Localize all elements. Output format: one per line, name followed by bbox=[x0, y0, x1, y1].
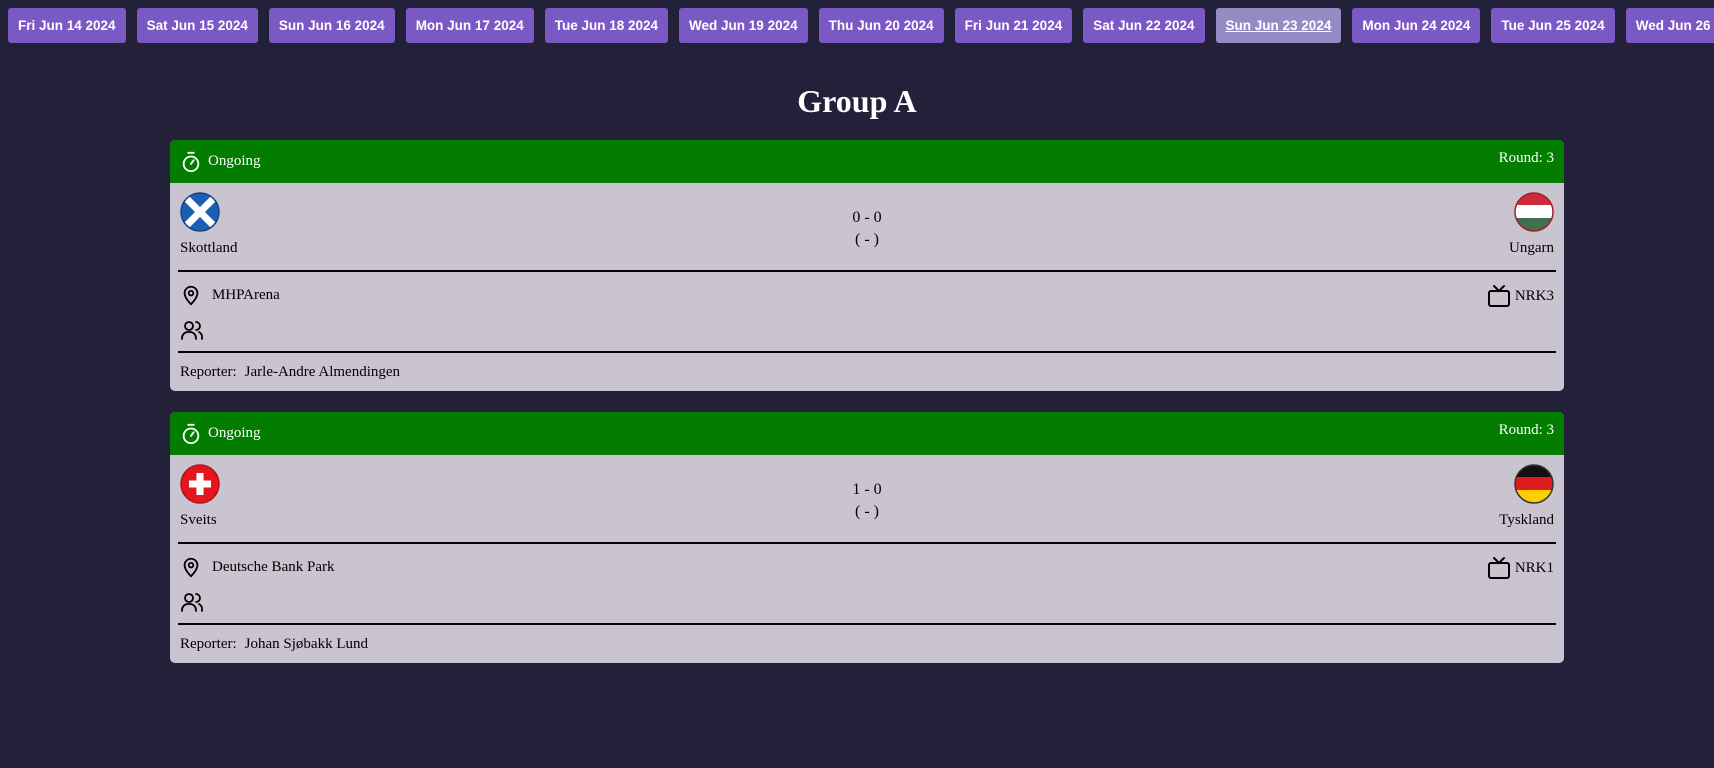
tv-icon bbox=[1487, 556, 1511, 580]
match-card: Ongoing Round: 3 Sveits 1 - 0 ( - ) Tysk… bbox=[170, 412, 1564, 663]
reporter-label: Reporter: bbox=[180, 363, 237, 380]
teams-row: Sveits 1 - 0 ( - ) Tyskland bbox=[170, 455, 1564, 542]
date-button-jun-25[interactable]: Tue Jun 25 2024 bbox=[1491, 8, 1615, 43]
status-label: Ongoing bbox=[208, 153, 261, 169]
date-button-jun-24[interactable]: Mon Jun 24 2024 bbox=[1352, 8, 1481, 43]
date-button-jun-21[interactable]: Fri Jun 21 2024 bbox=[954, 8, 1073, 43]
reporter-name: Johan Sjøbakk Lund bbox=[244, 635, 368, 652]
match-header: Ongoing Round: 3 bbox=[170, 412, 1564, 455]
date-button-jun-26[interactable]: Wed Jun 26 2024 bbox=[1625, 8, 1714, 43]
date-button-jun-14[interactable]: Fri Jun 14 2024 bbox=[8, 8, 126, 43]
germany-flag-icon bbox=[1514, 464, 1554, 512]
location-pin-icon bbox=[180, 556, 202, 578]
date-selector-bar: Fri Jun 14 2024 Sat Jun 15 2024 Sun Jun … bbox=[8, 8, 1714, 43]
tv-channel: NRK1 bbox=[1487, 556, 1554, 580]
date-button-jun-22[interactable]: Sat Jun 22 2024 bbox=[1083, 8, 1205, 43]
date-button-jun-17[interactable]: Mon Jun 17 2024 bbox=[405, 8, 534, 43]
venue: Deutsche Bank Park bbox=[180, 556, 334, 578]
round-label: Round: 3 bbox=[1498, 422, 1554, 438]
group-title: Group A bbox=[797, 83, 917, 119]
score-value: 1 - 0 bbox=[852, 481, 882, 498]
tv-icon bbox=[1487, 284, 1511, 308]
match-header: Ongoing Round: 3 bbox=[170, 140, 1564, 183]
stopwatch-icon bbox=[180, 423, 202, 445]
channel-name: NRK1 bbox=[1514, 559, 1554, 576]
users-icon bbox=[180, 318, 204, 342]
stopwatch-icon bbox=[180, 151, 202, 173]
attendance bbox=[180, 590, 204, 614]
score: 0 - 0 ( - ) bbox=[170, 207, 1564, 251]
date-button-jun-20[interactable]: Thu Jun 20 2024 bbox=[818, 8, 944, 43]
away-team: Tyskland bbox=[1499, 464, 1554, 529]
match-info: MHPArena NRK3 bbox=[170, 272, 1564, 351]
match-status: Ongoing bbox=[180, 412, 261, 455]
score-sub: ( - ) bbox=[855, 503, 879, 520]
channel-name: NRK3 bbox=[1514, 287, 1554, 304]
venue-name: MHPArena bbox=[212, 286, 280, 303]
score-sub: ( - ) bbox=[855, 231, 879, 248]
away-team: Ungarn bbox=[1509, 192, 1554, 257]
match-info: Deutsche Bank Park NRK1 bbox=[170, 544, 1564, 623]
date-button-jun-23[interactable]: Sun Jun 23 2024 bbox=[1215, 8, 1342, 43]
date-button-jun-16[interactable]: Sun Jun 16 2024 bbox=[268, 8, 395, 43]
teams-row: Skottland 0 - 0 ( - ) Ungarn bbox=[170, 183, 1564, 270]
round-label: Round: 3 bbox=[1498, 150, 1554, 166]
reporter-label: Reporter: bbox=[180, 635, 237, 652]
users-icon bbox=[180, 590, 204, 614]
location-pin-icon bbox=[180, 284, 202, 306]
score-value: 0 - 0 bbox=[852, 209, 882, 226]
reporter-row: Reporter: Jarle-Andre Almendingen bbox=[170, 353, 1564, 391]
date-button-jun-15[interactable]: Sat Jun 15 2024 bbox=[136, 8, 258, 43]
status-label: Ongoing bbox=[208, 425, 261, 441]
match-card: Ongoing Round: 3 Skottland 0 - 0 ( -) U… bbox=[170, 140, 1564, 391]
date-button-jun-19[interactable]: Wed Jun 19 2024 bbox=[679, 8, 808, 43]
reporter-name: Jarle-Andre Almendingen bbox=[244, 363, 401, 380]
reporter-row: Reporter: Johan Sjøbakk Lund bbox=[170, 625, 1564, 663]
date-button-jun-18[interactable]: Tue Jun 18 2024 bbox=[544, 8, 669, 43]
attendance bbox=[180, 318, 204, 342]
match-status: Ongoing bbox=[180, 140, 261, 183]
venue: MHPArena bbox=[180, 284, 280, 306]
hungary-flag-icon bbox=[1514, 192, 1554, 240]
venue-name: Deutsche Bank Park bbox=[212, 558, 335, 575]
away-team-name: Ungarn bbox=[1509, 240, 1554, 256]
away-team-name: Tyskland bbox=[1499, 512, 1554, 528]
score: 1 - 0 ( - ) bbox=[170, 479, 1564, 523]
tv-channel: NRK3 bbox=[1487, 284, 1554, 308]
